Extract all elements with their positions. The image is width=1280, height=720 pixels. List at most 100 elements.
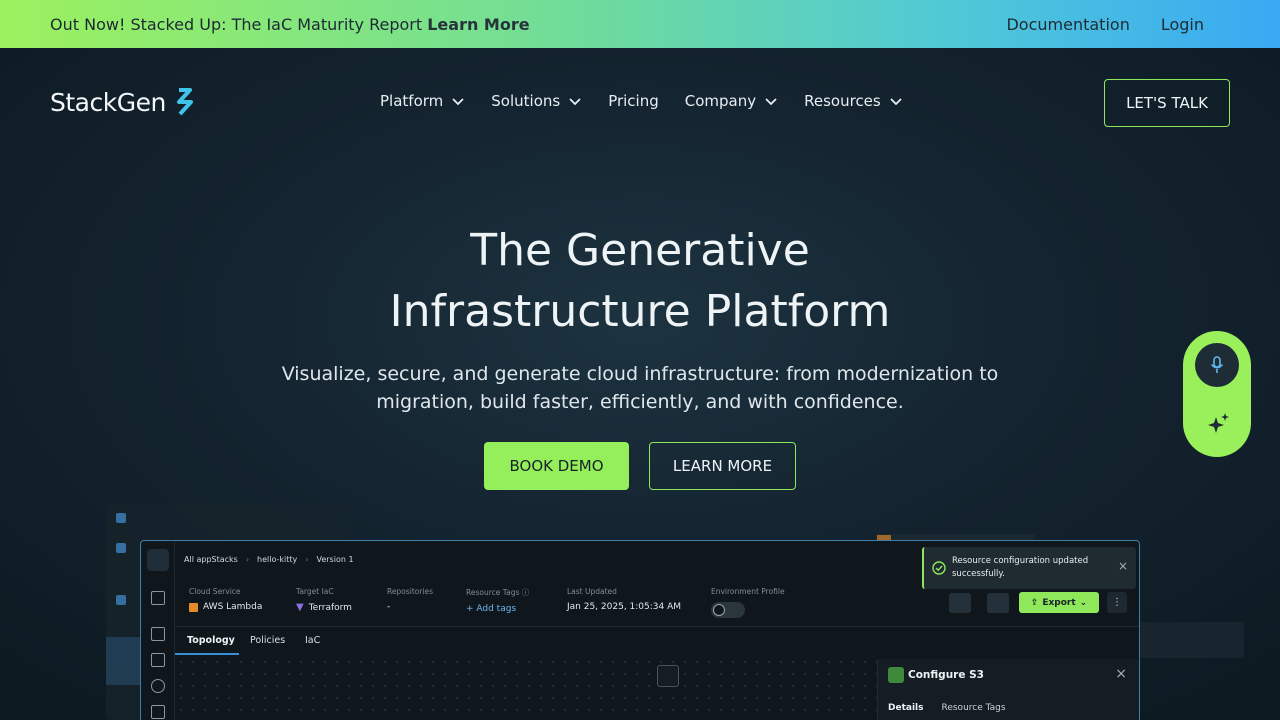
microphone-button[interactable] — [1195, 343, 1239, 387]
configure-s3-panel: Configure S3 × Details Resource Tags — [877, 659, 1139, 720]
breadcrumb-item: Version 1 — [316, 555, 354, 564]
logo-mark-icon — [176, 88, 193, 116]
app-icon-rail — [141, 541, 175, 720]
tab-resource-tags[interactable]: Resource Tags — [941, 703, 1005, 713]
app-preview-screenshot: All appStacks › hello-kitty › Version 1 … — [140, 540, 1140, 720]
nav-menu: Platform Solutions Pricing Company Resou… — [380, 92, 903, 110]
announcement-text: Out Now! Stacked Up: The IaC Maturity Re… — [50, 14, 428, 34]
meta-label: Cloud Service — [189, 587, 241, 596]
tab-topology[interactable]: Topology — [187, 635, 235, 646]
close-icon[interactable]: × — [1115, 666, 1127, 682]
terraform-icon: ▼ — [296, 602, 304, 613]
nav-item-resources[interactable]: Resources — [804, 92, 903, 110]
login-link[interactable]: Login — [1161, 15, 1204, 34]
environment-toggle[interactable] — [711, 602, 745, 618]
meta-value: Jan 25, 2025, 1:05:34 AM — [567, 602, 681, 612]
settings-button[interactable] — [949, 593, 971, 613]
check-circle-icon — [932, 561, 946, 575]
download-button[interactable] — [987, 593, 1009, 613]
panel-dot — [116, 595, 126, 605]
tab-iac[interactable]: IaC — [305, 635, 320, 646]
close-icon[interactable]: × — [1118, 559, 1128, 573]
chevron-down-icon — [452, 98, 464, 106]
nav-item-label: Platform — [380, 92, 444, 110]
documentation-link[interactable]: Documentation — [1006, 15, 1129, 34]
learn-more-button[interactable]: LEARN MORE — [649, 442, 796, 490]
announcement-learn-more-link[interactable]: Learn More — [427, 15, 529, 34]
meta-value: ▼ Terraform — [296, 602, 352, 613]
meta-value-text: AWS Lambda — [203, 602, 263, 612]
building-icon[interactable] — [151, 705, 165, 719]
shield-icon[interactable] — [151, 679, 165, 693]
main-nav: StackGen Platform Solutions Pricing Comp… — [0, 48, 1280, 158]
announcement-message: Out Now! Stacked Up: The IaC Maturity Re… — [50, 15, 530, 34]
tab-details[interactable]: Details — [888, 703, 923, 713]
panel-title: Configure S3 — [908, 669, 984, 681]
breadcrumb: All appStacks › hello-kitty › Version 1 — [184, 555, 354, 564]
export-button[interactable]: ⇪ Export ⌄ — [1019, 592, 1099, 613]
add-tags-link[interactable]: + Add tags — [466, 604, 529, 614]
layers-icon[interactable] — [151, 653, 165, 667]
chevron-down-icon — [569, 98, 581, 106]
meta-repositories: Repositories - — [387, 587, 433, 612]
nav-item-label: Pricing — [608, 92, 659, 110]
meta-label: Target IaC — [296, 587, 334, 596]
chevron-down-icon — [765, 98, 777, 106]
export-label: Export — [1042, 597, 1076, 608]
stackgen-logo[interactable]: StackGen — [50, 86, 200, 118]
nav-item-company[interactable]: Company — [685, 92, 778, 110]
breadcrumb-item[interactable]: hello-kitty — [257, 555, 297, 564]
hero-subtitle: Visualize, secure, and generate cloud in… — [281, 363, 999, 413]
meta-environment-profile: Environment Profile — [711, 587, 785, 618]
meta-label-text: Resource Tags — [466, 588, 520, 597]
nav-item-label: Solutions — [491, 92, 561, 110]
lets-talk-button[interactable]: LET'S TALK — [1104, 79, 1230, 127]
hero-title-line1: The Generative — [470, 225, 810, 276]
meta-label: Environment Profile — [711, 587, 785, 596]
active-tab-indicator — [175, 653, 239, 655]
nav-item-platform[interactable]: Platform — [380, 92, 465, 110]
more-options-button[interactable]: ⋮ — [1107, 592, 1127, 613]
book-icon[interactable] — [151, 627, 165, 641]
nav-item-label: Company — [684, 92, 757, 110]
panel-tabs: Details Resource Tags — [888, 703, 1006, 713]
meta-label: Resource Tags ⓘ — [466, 587, 529, 598]
app-tabs: Topology Policies IaC — [175, 626, 1139, 656]
nav-item-pricing[interactable]: Pricing — [608, 92, 659, 110]
logo-text: StackGen — [50, 87, 166, 117]
announcement-bar: Out Now! Stacked Up: The IaC Maturity Re… — [0, 0, 1280, 48]
upload-icon: ⇪ — [1030, 597, 1039, 608]
meta-value-text: - — [387, 602, 391, 612]
meta-resource-tags: Resource Tags ⓘ + Add tags — [466, 587, 529, 614]
aws-lambda-icon — [189, 602, 198, 612]
tab-policies[interactable]: Policies — [250, 635, 285, 646]
hero-title: The Generative Infrastructure Platform — [0, 220, 1280, 342]
microphone-icon — [1210, 356, 1224, 373]
info-icon: ⓘ — [521, 588, 530, 597]
book-demo-button[interactable]: BOOK DEMO — [484, 442, 629, 490]
toast-message: Resource configuration updated successfu… — [952, 556, 1089, 579]
meta-value-text: Jan 25, 2025, 1:05:34 AM — [567, 602, 682, 612]
voice-assistant-widget — [1183, 331, 1251, 457]
meta-value: AWS Lambda — [189, 602, 262, 612]
meta-cloud-service: Cloud Service AWS Lambda — [189, 587, 262, 612]
chevron-down-icon — [890, 98, 902, 106]
success-toast: Resource configuration updated successfu… — [922, 547, 1136, 589]
panel-dot — [116, 543, 126, 553]
nav-item-solutions[interactable]: Solutions — [491, 92, 582, 110]
meta-value-text: Terraform — [308, 602, 352, 613]
sparkle-ai-icon[interactable] — [1205, 411, 1231, 437]
breadcrumb-separator: › — [245, 555, 250, 564]
meta-target-iac: Target IaC ▼ Terraform — [296, 587, 352, 613]
breadcrumb-item[interactable]: All appStacks — [184, 555, 238, 564]
nav-item-label: Resources — [804, 92, 881, 110]
toggle-knob — [713, 604, 725, 616]
meta-value — [711, 602, 785, 618]
app-logo-icon[interactable] — [147, 549, 169, 571]
meta-value: - — [387, 602, 433, 612]
image-icon[interactable] — [657, 665, 679, 687]
s3-bucket-icon — [888, 667, 904, 683]
bank-icon[interactable] — [151, 591, 165, 605]
panel-dot — [116, 513, 126, 523]
meta-label: Last Updated — [567, 587, 617, 596]
